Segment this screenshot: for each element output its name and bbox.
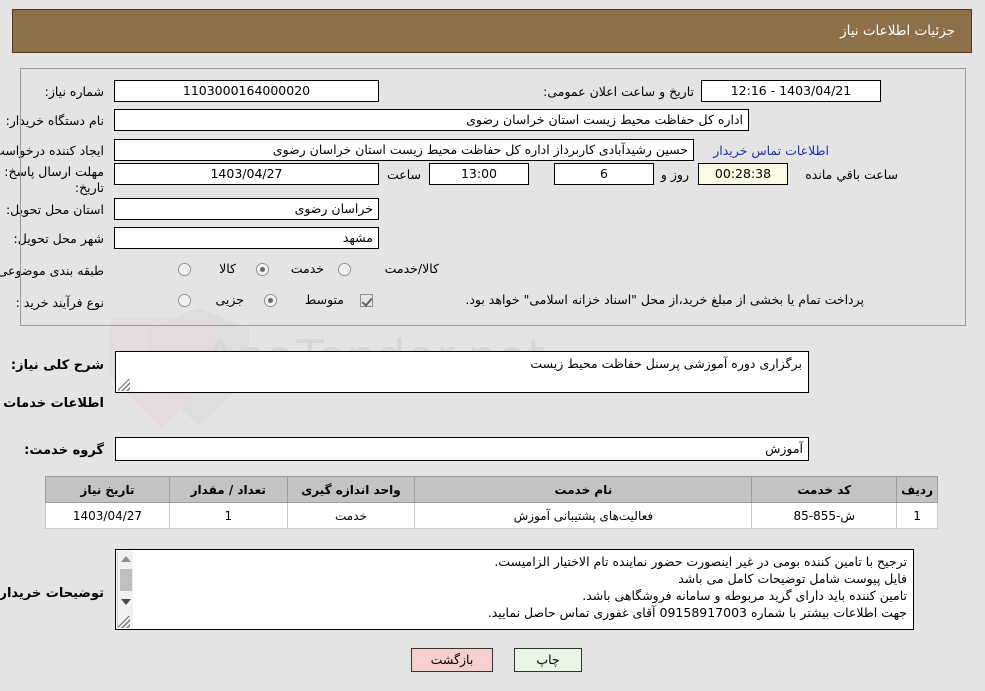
buyer-notes-line-4: جهت اطلاعات بیشتر با شماره 09158917003 آ… (488, 605, 908, 620)
buyer-notes-line-3: تامین کننده باید دارای گرید مربوطه و سام… (583, 588, 908, 603)
table-row: 1 ش-855-85 فعالیت‌های پشتیبانی آموزش خدم… (46, 502, 939, 529)
services-table: ردیف کد خدمت نام خدمت واحد اندازه گیری ت… (46, 476, 939, 529)
buyer-notes-label: توضیحات خریدار: (0, 586, 105, 601)
page-header-bar: جزئیات اطلاعات نیاز (13, 9, 973, 53)
buyer-notes-textarea[interactable]: ترجیح با تامین کننده بومی در غیر اینصورت… (116, 549, 915, 630)
summary-text: برگزاری دوره آموزشی پرسنل حفاظت محیط زیس… (531, 356, 803, 371)
resize-grip-icon[interactable] (119, 616, 131, 628)
cell-row: 1 (897, 502, 939, 529)
table-header-row: ردیف کد خدمت نام خدمت واحد اندازه گیری ت… (46, 476, 939, 503)
scroll-thumb[interactable] (121, 569, 133, 591)
cell-date: 1403/04/27 (46, 502, 171, 529)
cell-qty: 1 (169, 502, 289, 529)
summary-label: شرح کلی نیاز: (11, 358, 105, 373)
service-group-label: گروه خدمت: (25, 443, 105, 458)
cell-name: فعالیت‌های پشتیبانی آموزش (415, 502, 754, 529)
print-button[interactable]: چاپ (515, 648, 583, 672)
scroll-up-icon[interactable] (122, 556, 132, 562)
cell-unit: خدمت (287, 502, 417, 529)
buyer-notes-line-2: فایل پیوست شامل توضیحات کامل می باشد (679, 571, 908, 586)
cell-code: ش-855-85 (752, 502, 899, 529)
th-code: کد خدمت (752, 476, 899, 503)
page-root: AnaTender.net جزئیات اطلاعات نیاز شماره … (0, 0, 985, 691)
summary-textarea[interactable]: برگزاری دوره آموزشی پرسنل حفاظت محیط زیس… (116, 351, 810, 393)
th-row: ردیف (897, 476, 939, 503)
page-title: جزئیات اطلاعات نیاز (841, 23, 956, 39)
th-qty: تعداد / مقدار (169, 476, 289, 503)
scroll-down-icon[interactable] (122, 599, 132, 605)
th-unit: واحد اندازه گیری (287, 476, 417, 503)
th-name: نام خدمت (415, 476, 754, 503)
resize-grip-icon[interactable] (119, 379, 131, 391)
th-date: تاریخ نیاز (46, 476, 171, 503)
back-button[interactable]: بازگشت (412, 648, 494, 672)
service-group-value: آموزش (116, 437, 810, 461)
buyer-notes-line-1: ترجیح با تامین کننده بومی در غیر اینصورت… (495, 554, 908, 569)
need-info-panel (21, 68, 967, 326)
services-heading: اطلاعات خدمات مورد نیاز (0, 396, 105, 411)
